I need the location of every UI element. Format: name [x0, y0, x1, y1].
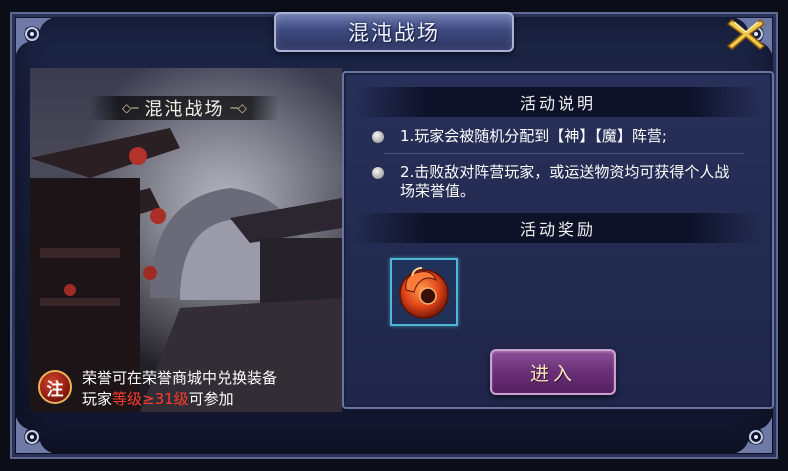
close-button[interactable]	[723, 14, 769, 54]
bullet-icon	[372, 167, 384, 179]
diamond-ornament-icon: ◇─	[122, 101, 139, 115]
scene-banner-title: 混沌战场	[144, 99, 225, 120]
description-header: 活动说明	[354, 87, 762, 117]
description-title: 活动说明	[519, 94, 596, 113]
enter-button[interactable]: 进入	[490, 349, 616, 395]
reward-header: 活动奖励	[354, 213, 762, 243]
level-requirement-note: 玩家等级≥31级可参加	[82, 388, 234, 409]
corner-ornament-icon	[720, 401, 776, 457]
window-title: 混沌战场	[348, 21, 440, 45]
enter-button-label: 进入	[529, 362, 576, 385]
scene-banner: ◇─ 混沌战场 ─◇	[90, 96, 279, 120]
level-requirement: 等级≥31级	[112, 390, 189, 408]
rule-text: 2.击败敌对阵营玩家，或运送物资均可获得个人战场荣誉值。	[400, 163, 730, 200]
rule-item: 1.玩家会被随机分配到【神】【魔】阵营;	[372, 127, 752, 146]
reward-item-slot[interactable]	[390, 258, 458, 326]
rule-item: 2.击败敌对阵营玩家，或运送物资均可获得个人战场荣誉值。	[372, 163, 752, 201]
honor-exchange-note: 荣誉可在荣誉商城中兑换装备	[82, 369, 278, 387]
divider	[384, 153, 744, 154]
window-title-plate: 混沌战场	[274, 12, 514, 52]
rule-text: 1.玩家会被随机分配到【神】【魔】阵营;	[400, 127, 667, 145]
activity-panel: 活动说明 1.玩家会被随机分配到【神】【魔】阵营; 2.击败敌对阵营玩家，或运送…	[342, 71, 774, 409]
note-prefix: 玩家	[82, 390, 113, 408]
corner-ornament-icon	[12, 14, 68, 70]
reward-title: 活动奖励	[519, 220, 596, 239]
red-jade-pendant-icon	[399, 267, 449, 319]
battlefield-scene-image: ◇─ 混沌战场 ─◇	[30, 68, 342, 412]
note-suffix: 可参加	[188, 390, 234, 408]
bullet-icon	[372, 131, 384, 143]
note-badge-icon: 注	[38, 370, 72, 404]
diamond-ornament-icon: ─◇	[230, 101, 247, 115]
close-x-icon	[726, 18, 766, 50]
